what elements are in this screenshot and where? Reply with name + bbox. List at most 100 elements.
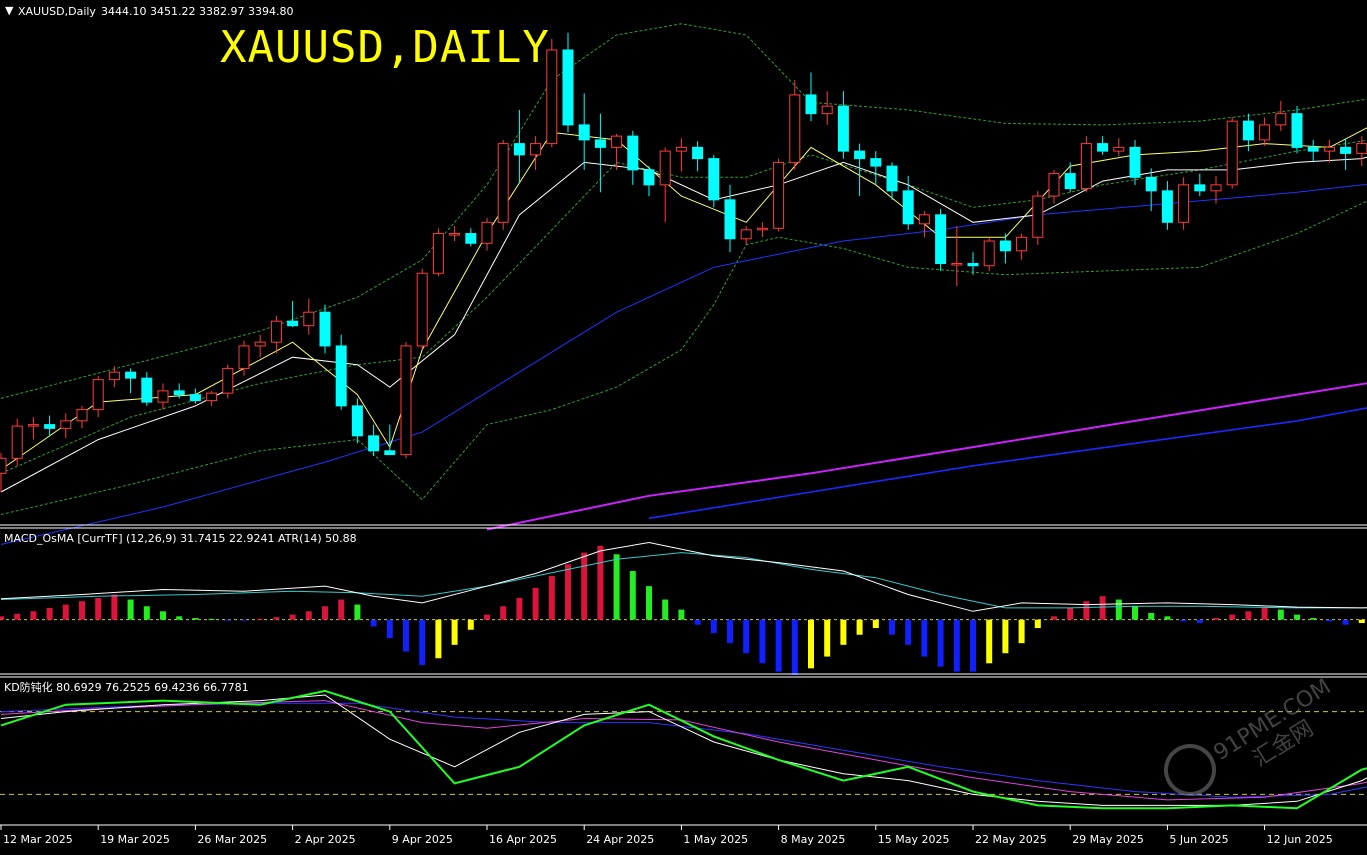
x-axis-tick-label: 24 Apr 2025 — [586, 833, 654, 846]
candle-body — [465, 233, 477, 244]
candle-body — [368, 435, 380, 452]
candle-body — [1210, 184, 1222, 192]
macd-histogram-bar — [322, 606, 328, 620]
ohlc-readout: 3444.10 3451.22 3382.97 3394.80 — [101, 5, 293, 18]
candle-body — [319, 311, 331, 347]
macd-histogram-bar — [1180, 619, 1187, 622]
macd-histogram-bar — [354, 604, 361, 620]
candle[interactable] — [708, 154, 720, 208]
macd-histogram-bar — [840, 619, 847, 645]
macd-histogram-bar — [241, 619, 247, 621]
macd-histogram-bar — [1326, 619, 1333, 622]
candle[interactable] — [1226, 117, 1238, 189]
x-axis-tick-label: 26 Mar 2025 — [197, 833, 267, 846]
candle-body — [1161, 190, 1173, 223]
candle-body — [1129, 146, 1141, 178]
candle[interactable] — [1080, 136, 1092, 193]
macd-histogram-bar — [62, 604, 69, 620]
candle-body — [627, 135, 639, 171]
candle[interactable] — [935, 208, 947, 271]
macd-histogram-bar — [467, 619, 474, 630]
candle-body — [918, 214, 930, 225]
candle-body — [384, 450, 396, 456]
x-axis-tick-label: 5 Jun 2025 — [1169, 833, 1228, 846]
macd-histogram-bar — [1196, 619, 1203, 624]
candle[interactable] — [400, 342, 412, 459]
macd-histogram-bar — [1261, 607, 1268, 620]
candle-body — [1048, 173, 1060, 197]
macd-histogram-bar — [403, 619, 409, 652]
macd-histogram-bar — [289, 614, 296, 620]
macd-histogram-bar — [160, 611, 166, 620]
candle[interactable] — [416, 268, 428, 350]
candle-body — [1080, 143, 1092, 190]
candle[interactable] — [222, 364, 234, 399]
chart-title: XAUUSD,DAILY — [220, 22, 550, 73]
candle[interactable] — [773, 158, 785, 232]
macd-histogram-bar — [775, 619, 782, 672]
candle[interactable] — [497, 139, 509, 230]
candle-body — [1291, 113, 1303, 148]
candle-body — [886, 165, 898, 192]
candle[interactable] — [1291, 106, 1303, 154]
candle-body — [11, 425, 23, 459]
candle-body — [1032, 195, 1044, 238]
candle-body — [643, 169, 655, 186]
macd-histogram-bar — [986, 619, 993, 664]
macd-histogram-bar — [727, 619, 733, 644]
candle[interactable] — [319, 304, 331, 354]
macd-histogram-bar — [759, 619, 766, 664]
candle-body — [1064, 173, 1076, 190]
candle-body — [967, 263, 979, 267]
candle[interactable] — [432, 228, 444, 277]
macd-histogram-bar — [905, 619, 912, 645]
symbol-label: XAUUSD,Daily — [18, 5, 96, 18]
candle-body — [675, 146, 687, 152]
macd-histogram-bar — [338, 599, 345, 620]
macd-histogram-bar — [386, 619, 393, 639]
dropdown-triangle-icon[interactable]: ▼ — [5, 4, 14, 17]
macd-histogram-bar — [1115, 599, 1122, 620]
candle[interactable] — [11, 418, 23, 466]
macd-histogram-bar — [1164, 616, 1171, 620]
candle-body — [270, 320, 282, 343]
x-axis-tick-label: 12 Jun 2025 — [1267, 833, 1333, 846]
candle-body — [789, 94, 801, 163]
candle-body — [724, 199, 736, 240]
macd-histogram-bar — [548, 576, 555, 620]
candle-body — [999, 240, 1011, 252]
macd-histogram-bar — [872, 619, 879, 629]
candle[interactable] — [335, 334, 347, 410]
candle-body — [1113, 146, 1125, 152]
x-axis-tick-label: 9 Apr 2025 — [392, 833, 453, 846]
candle-body — [902, 190, 914, 225]
macd-histogram-bar — [1083, 601, 1090, 620]
candle-body — [189, 394, 201, 402]
macd-histogram-bar — [1342, 619, 1349, 625]
x-axis-tick-label: 12 Mar 2025 — [3, 833, 73, 846]
candle-body — [805, 94, 817, 115]
macd-histogram-bar — [176, 616, 183, 620]
candle-body — [416, 272, 428, 347]
macd-histogram-bar — [646, 586, 652, 620]
candle-body — [870, 158, 882, 167]
macd-histogram-bar — [824, 619, 831, 657]
x-axis-tick-label: 22 May 2025 — [975, 833, 1047, 846]
candle-body — [44, 424, 56, 429]
macd-histogram-bar — [500, 606, 507, 620]
candle-body — [76, 409, 88, 422]
macd-histogram-bar — [46, 607, 53, 620]
macd-histogram-bar — [597, 545, 604, 620]
candle-body — [935, 214, 947, 265]
candle-body — [1226, 120, 1238, 186]
macd-histogram-bar — [889, 619, 895, 635]
x-axis-tick-label: 8 May 2025 — [781, 833, 846, 846]
macd-histogram-bar — [419, 619, 426, 665]
candle[interactable] — [983, 237, 995, 271]
candle-body — [335, 345, 347, 407]
candle[interactable] — [1032, 190, 1044, 245]
candle-body — [708, 158, 720, 201]
macd-histogram-bar — [192, 618, 199, 620]
candle-body — [303, 311, 315, 327]
candle[interactable] — [1178, 177, 1190, 230]
